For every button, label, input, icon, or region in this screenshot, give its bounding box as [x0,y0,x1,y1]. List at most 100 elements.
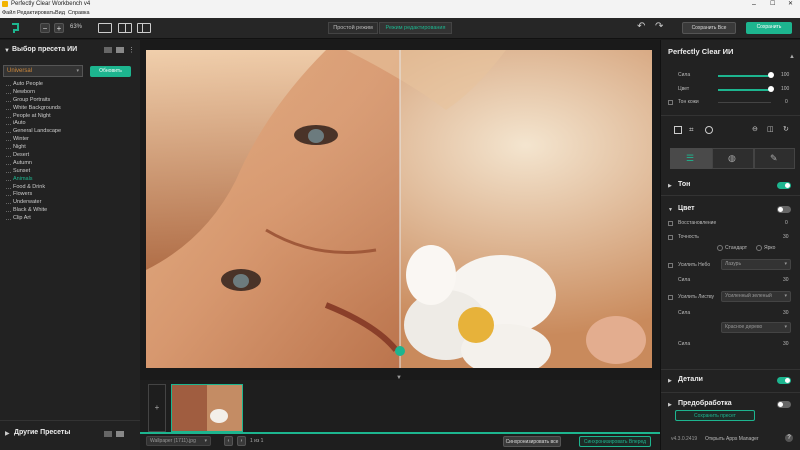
single-view-icon[interactable] [98,23,112,33]
sync-all-button[interactable]: Синхронизировать все [503,436,561,447]
save-button[interactable]: Сохранить [746,22,792,34]
preset-item[interactable]: Newborn [0,89,140,97]
face-icon[interactable] [705,126,713,134]
split-view-icon[interactable] [118,23,132,33]
sky-select[interactable]: Лазурь ▾ [721,259,791,270]
side-by-side-icon[interactable] [137,23,151,33]
next-image-button[interactable]: › [237,436,246,446]
preset-item[interactable]: General Landscape [0,128,140,136]
menu-file[interactable]: Файл [2,9,16,18]
compare-icon[interactable]: ⊖ [752,125,758,133]
prev-image-button[interactable]: ‹ [224,436,233,446]
radio-standard[interactable] [717,245,723,251]
redo-icon[interactable]: ↷ [655,21,663,32]
details-toggle[interactable] [777,377,791,384]
enhance-foliage-checkbox[interactable] [668,295,673,300]
edit-mode-tab[interactable]: Режим редактирования [379,22,452,34]
zoom-in-button[interactable]: + [54,23,64,33]
preset-item[interactable]: Underwater [0,199,140,207]
close-icon[interactable]: ✕ [788,0,793,9]
menu-help[interactable]: Справка [68,9,90,18]
collapse-icon[interactable]: ▼ [668,207,673,213]
strength-slider[interactable] [718,75,771,77]
preset-item[interactable]: iAuto [0,120,140,128]
preset-item[interactable]: Flowers [0,191,140,199]
expand-icon[interactable]: ▶ [668,402,672,408]
zoom-out-button[interactable]: − [40,23,50,33]
other-presets-title[interactable]: Другие Пресеты [14,429,70,436]
preset-item[interactable]: Clip Art [0,215,140,223]
grid-view-icon[interactable] [104,47,112,53]
color-knob[interactable] [768,86,774,92]
menu-edit[interactable]: Редактировать [17,9,55,18]
thumbnail[interactable] [171,384,243,432]
tone-section[interactable]: Тон [678,181,690,188]
scroll-up-icon[interactable]: ▲ [789,54,795,60]
preset-item[interactable]: White Backgrounds [0,105,140,113]
maximize-icon[interactable]: ☐ [770,0,775,9]
preprocess-toggle[interactable] [777,401,791,408]
help-icon[interactable]: ? [785,434,793,442]
details-section[interactable]: Детали [678,376,703,383]
restore-checkbox[interactable] [668,221,673,226]
preset-item[interactable]: Group Portraits [0,97,140,105]
mirror-icon[interactable]: ◫ [767,125,774,133]
preset-item[interactable]: Winter [0,136,140,144]
tab-retouch[interactable]: ✎ [754,148,795,169]
accuracy-checkbox[interactable] [668,235,673,240]
edit-icon[interactable] [674,126,682,134]
preset-item[interactable]: Black & White [0,207,140,215]
expand-icon[interactable]: ▶ [668,183,672,189]
simple-mode-tab[interactable]: Простой режим [328,22,378,34]
preprocess-section[interactable]: Предобработка [678,400,732,407]
photo-preview[interactable] [146,50,652,368]
preset-item-active[interactable]: Animals [0,176,140,184]
expand-icon[interactable]: ▶ [5,430,10,437]
preset-item[interactable]: Food & Drink [0,184,140,192]
color-slider[interactable] [718,89,771,91]
right-panel: Perfectly Clear ИИ ▲ Сила 100 Цвет 100 Т… [660,40,800,450]
preset-item[interactable]: Sunset [0,168,140,176]
minimize-icon[interactable]: – [752,0,756,9]
save-all-button[interactable]: Сохранить Все [682,22,736,34]
list-view-icon[interactable] [116,47,124,53]
palette-icon: ◍ [728,153,736,163]
crop-icon[interactable]: ⌗ [689,125,694,135]
collapse-filmstrip-icon[interactable]: ▼ [396,375,402,381]
tab-creative[interactable]: ◍ [712,148,754,169]
preset-item[interactable]: People at Night [0,113,140,121]
expand-icon[interactable]: ▶ [668,378,672,384]
save-preset-button[interactable]: Сохранить пресет [675,410,755,421]
panel-menu-icon[interactable]: ⋮ [128,46,135,54]
color-toggle[interactable] [777,206,791,213]
preset-item[interactable]: Auto People [0,81,140,89]
skin-tone-checkbox[interactable] [668,100,673,105]
radio-bright[interactable] [756,245,762,251]
preset-item[interactable]: Autumn [0,160,140,168]
open-apps-link[interactable]: Открыть Apps Manager [705,436,759,442]
tab-adjustments[interactable]: ☰ [670,148,712,169]
collapse-icon[interactable]: ▼ [4,48,10,54]
sync-forward-button[interactable]: Синхронизировать Вперед [579,436,651,447]
add-image-button[interactable]: + [148,384,166,432]
preset-select[interactable]: Universal ▾ [3,65,83,77]
strength-knob[interactable] [768,72,774,78]
color-section[interactable]: Цвет [678,205,695,212]
preset-item[interactable]: Night [0,144,140,152]
menu-view[interactable]: Вид [55,9,65,18]
split-handle[interactable] [395,346,405,356]
foliage-select[interactable]: Усиленный зеленый ▾ [721,291,791,302]
tone-toggle[interactable] [777,182,791,189]
image-canvas[interactable] [140,40,660,380]
undo-icon[interactable]: ↶ [637,21,645,32]
preset-item[interactable]: Desert [0,152,140,160]
enhance-sky-checkbox[interactable] [668,263,673,268]
skin-tone-slider[interactable] [718,102,771,103]
rotate-icon[interactable]: ↻ [783,125,789,133]
red-select[interactable]: Красное дерево ▾ [721,322,791,333]
list-view-icon[interactable] [116,431,124,437]
filmstrip-scrollbar[interactable] [140,432,660,434]
grid-view-icon[interactable] [104,431,112,437]
update-button[interactable]: Обновить [90,66,131,77]
file-select[interactable]: Wallpaper (1711).jpg ▾ [146,436,211,446]
